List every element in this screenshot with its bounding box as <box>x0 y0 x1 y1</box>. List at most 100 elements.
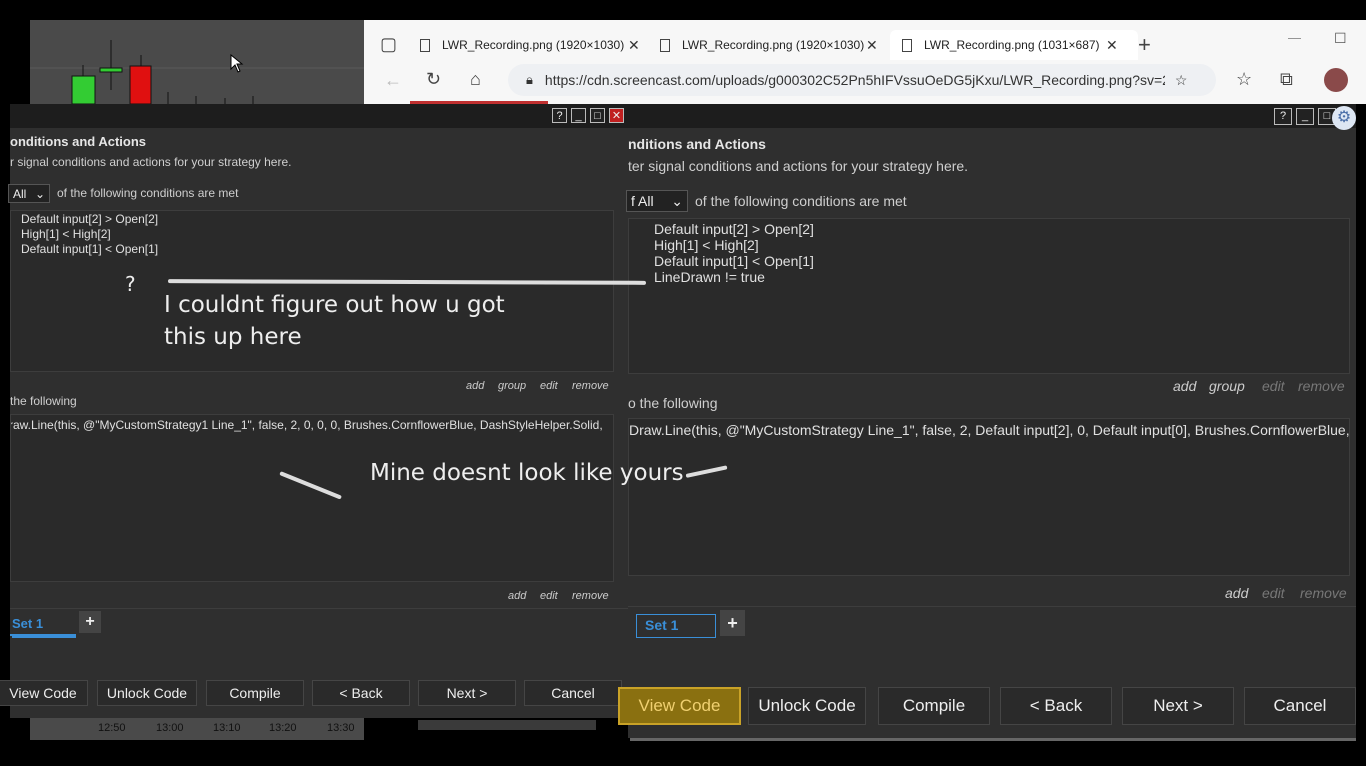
group-condition-link[interactable]: group <box>1209 378 1245 394</box>
chart-time-axis: 12:50 13:00 13:10 13:20 13:30 <box>30 718 364 740</box>
divider <box>628 606 1356 607</box>
url-text: https://cdn.screencast.com/uploads/g0003… <box>544 72 1165 88</box>
cancel-button[interactable]: Cancel <box>1244 687 1356 725</box>
conditions-panel[interactable]: Default input[2] > Open[2] High[1] < Hig… <box>628 218 1350 374</box>
browser-tab-active[interactable]: LWR_Recording.png (1031×687) ✕ <box>890 30 1138 60</box>
tab-title: LWR_Recording.png (1031×687) <box>924 38 1100 52</box>
help-button[interactable]: ? <box>552 108 567 123</box>
match-select[interactable]: f All ⌄ <box>626 190 688 212</box>
edit-condition-link[interactable]: edit <box>1262 378 1285 394</box>
condition-row[interactable]: High[1] < High[2] <box>21 227 111 241</box>
section-heading: nditions and Actions <box>628 136 766 152</box>
minimize-button[interactable]: _ <box>1296 108 1314 125</box>
remove-action-link[interactable]: remove <box>1300 585 1347 601</box>
bear-candle <box>129 65 152 105</box>
favorite-add-icon[interactable]: ☆ <box>1175 72 1188 89</box>
condition-row[interactable]: LineDrawn != true <box>654 269 765 285</box>
annotation-note-2: Mine doesnt look like yours <box>370 460 684 486</box>
browser-tab[interactable]: LWR_Recording.png (1920×1030) ✕ <box>420 30 642 60</box>
favorites-icon[interactable]: ☆ <box>1236 69 1252 90</box>
tab-actions-icon[interactable]: ▢ <box>380 34 397 55</box>
avatar[interactable] <box>1324 68 1348 92</box>
section-heading: onditions and Actions <box>10 134 147 149</box>
title-bar: ? _ □ ✕ <box>10 104 628 128</box>
view-code-button[interactable]: View Code <box>618 687 741 725</box>
tab-set-1[interactable]: Set 1 <box>636 614 716 638</box>
active-tab-indicator <box>10 634 76 636</box>
home-icon[interactable]: ⌂ <box>470 69 481 90</box>
actions-panel[interactable]: Draw.Line(this, @"MyCustomStrategy Line_… <box>628 418 1350 576</box>
match-suffix: of the following conditions are met <box>695 193 907 209</box>
add-condition-link[interactable]: add <box>1173 378 1196 394</box>
bull-candle <box>99 67 123 73</box>
collections-icon[interactable]: ⧉ <box>1280 69 1293 90</box>
candlestick-chart <box>30 40 364 105</box>
next-button[interactable]: Next > <box>1122 687 1234 725</box>
scrollbar-track[interactable] <box>418 720 596 730</box>
unlock-code-button[interactable]: Unlock Code <box>748 687 866 725</box>
section-subtitle: ter signal conditions and actions for yo… <box>628 158 969 174</box>
back-button[interactable]: < Back <box>312 680 410 706</box>
cancel-button[interactable]: Cancel <box>524 680 622 706</box>
new-tab-button[interactable]: + <box>1138 32 1151 58</box>
add-action-link[interactable]: add <box>1225 585 1248 601</box>
address-bar[interactable]: 🔒︎ https://cdn.screencast.com/uploads/g0… <box>508 64 1216 96</box>
actions-panel[interactable]: raw.Line(this, @"MyCustomStrategy1 Line_… <box>10 414 614 582</box>
add-set-button[interactable]: + <box>720 610 745 636</box>
condition-row[interactable]: High[1] < High[2] <box>654 237 759 253</box>
next-button[interactable]: Next > <box>418 680 516 706</box>
refresh-icon[interactable]: ↻ <box>426 69 441 90</box>
condition-row[interactable]: Default input[2] > Open[2] <box>21 212 158 226</box>
group-condition-link[interactable]: group <box>498 380 526 392</box>
help-button[interactable]: ? <box>1274 108 1292 125</box>
annotation-question-mark: ? <box>125 272 136 296</box>
conditions-panel[interactable]: Default input[2] > Open[2] High[1] < Hig… <box>10 210 614 372</box>
close-icon[interactable]: ✕ <box>1106 37 1118 54</box>
accessibility-icon[interactable]: ⚙ <box>1332 106 1356 130</box>
chart-background <box>30 20 364 105</box>
strategy-builder-dialog-left: ? _ □ ✕ onditions and Actions r signal c… <box>0 104 628 718</box>
unlock-code-button[interactable]: Unlock Code <box>97 680 197 706</box>
browser-tab[interactable]: LWR_Recording.png (1920×1030) ✕ <box>660 30 880 60</box>
remove-condition-link[interactable]: remove <box>572 380 609 392</box>
divider <box>10 608 628 609</box>
back-button[interactable]: < Back <box>1000 687 1112 725</box>
edit-condition-link[interactable]: edit <box>540 380 558 392</box>
add-condition-link[interactable]: add <box>466 380 484 392</box>
close-icon[interactable]: ✕ <box>628 37 640 54</box>
condition-row[interactable]: Default input[1] < Open[1] <box>21 242 158 256</box>
edit-action-link[interactable]: edit <box>1262 585 1285 601</box>
back-arrow-icon[interactable]: ← <box>384 70 402 91</box>
browser-window: ▢ LWR_Recording.png (1920×1030) ✕ LWR_Re… <box>364 20 1366 104</box>
time-tick: 13:00 <box>156 722 184 734</box>
condition-row[interactable]: Default input[2] > Open[2] <box>654 221 814 237</box>
mouse-cursor-icon <box>230 54 244 73</box>
chevron-down-icon: ⌄ <box>34 186 45 201</box>
close-icon[interactable]: ✕ <box>866 37 878 54</box>
title-bar: ? _ □ ⚙ <box>628 104 1356 130</box>
condition-row[interactable]: Default input[1] < Open[1] <box>654 253 814 269</box>
match-select[interactable]: All ⌄ <box>8 184 50 203</box>
compile-button[interactable]: Compile <box>206 680 304 706</box>
action-row[interactable]: raw.Line(this, @"MyCustomStrategy1 Line_… <box>11 418 603 432</box>
add-set-button[interactable]: + <box>79 611 101 633</box>
tab-title: LWR_Recording.png (1920×1030) <box>682 38 865 52</box>
time-tick: 12:50 <box>98 722 126 734</box>
compile-button[interactable]: Compile <box>878 687 990 725</box>
action-row[interactable]: Draw.Line(this, @"MyCustomStrategy Line_… <box>629 422 1349 438</box>
section-subtitle: r signal conditions and actions for your… <box>10 155 292 169</box>
remove-action-link[interactable]: remove <box>572 590 609 602</box>
close-button[interactable]: ✕ <box>609 108 624 123</box>
maximize-button[interactable]: □ <box>590 108 605 123</box>
match-select-value: All <box>13 186 27 201</box>
document-icon <box>902 38 912 52</box>
actions-label: o the following <box>628 395 718 411</box>
maximize-button[interactable]: ☐ <box>1334 30 1347 47</box>
view-code-button[interactable]: View Code <box>0 680 88 706</box>
remove-condition-link[interactable]: remove <box>1298 378 1345 394</box>
minimize-button[interactable]: — <box>1288 30 1301 45</box>
minimize-button[interactable]: _ <box>571 108 586 123</box>
add-action-link[interactable]: add <box>508 590 526 602</box>
edit-action-link[interactable]: edit <box>540 590 558 602</box>
scrollbar-track[interactable] <box>630 738 1356 741</box>
